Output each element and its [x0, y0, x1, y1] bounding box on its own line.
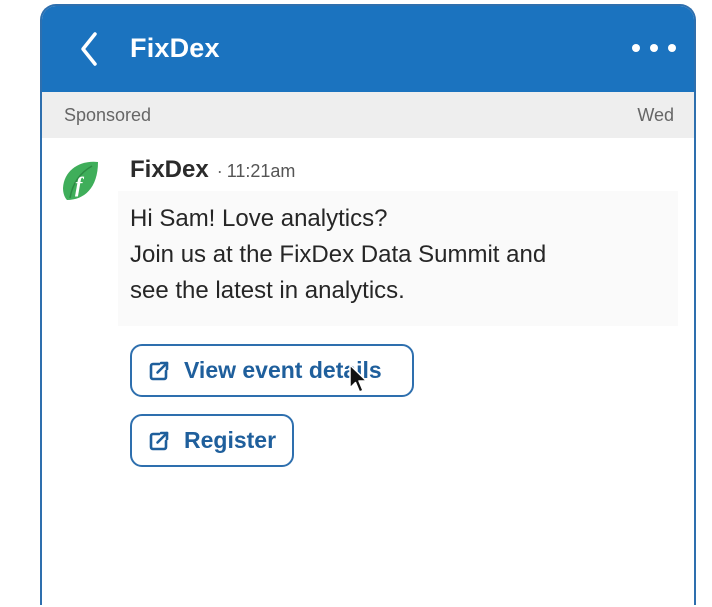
message-line: see the latest in analytics. — [130, 277, 405, 304]
fixdex-leaf-logo-icon: f — [63, 161, 98, 200]
avatar[interactable]: f — [58, 158, 102, 202]
header-bar: FixDex — [42, 6, 694, 92]
message-header: FixDex · 11:21am — [130, 156, 295, 184]
register-label: Register — [184, 427, 277, 453]
view-event-details-label: View event details — [184, 357, 382, 383]
register-button[interactable]: Register — [130, 414, 294, 467]
external-link-icon — [149, 361, 169, 380]
message-line: Join us at the FixDex Data Summit and — [130, 241, 547, 268]
more-horizontal-icon — [632, 44, 640, 52]
sender-name: FixDex — [130, 156, 209, 183]
sponsored-label: Sponsored — [64, 105, 152, 125]
message-line: Hi Sam! Love analytics? — [130, 205, 388, 232]
external-link-icon — [149, 431, 169, 450]
chevron-left-icon — [81, 32, 97, 66]
message-time: 11:21am — [226, 161, 296, 181]
meta-separator: · — [216, 161, 223, 181]
back-button[interactable] — [76, 31, 102, 67]
view-event-details-button[interactable]: View event details — [130, 344, 414, 397]
sponsored-bar: Sponsored Wed — [42, 92, 694, 138]
page-title: FixDex — [130, 33, 220, 63]
chat-panel: FixDex Sponsored Wed f FixDex · 11:21am Hi… — [40, 4, 696, 605]
message-day: Wed — [637, 105, 674, 125]
more-options-button[interactable] — [632, 36, 676, 60]
message-body: Hi Sam! Love analytics? Join us at the F… — [118, 191, 678, 326]
